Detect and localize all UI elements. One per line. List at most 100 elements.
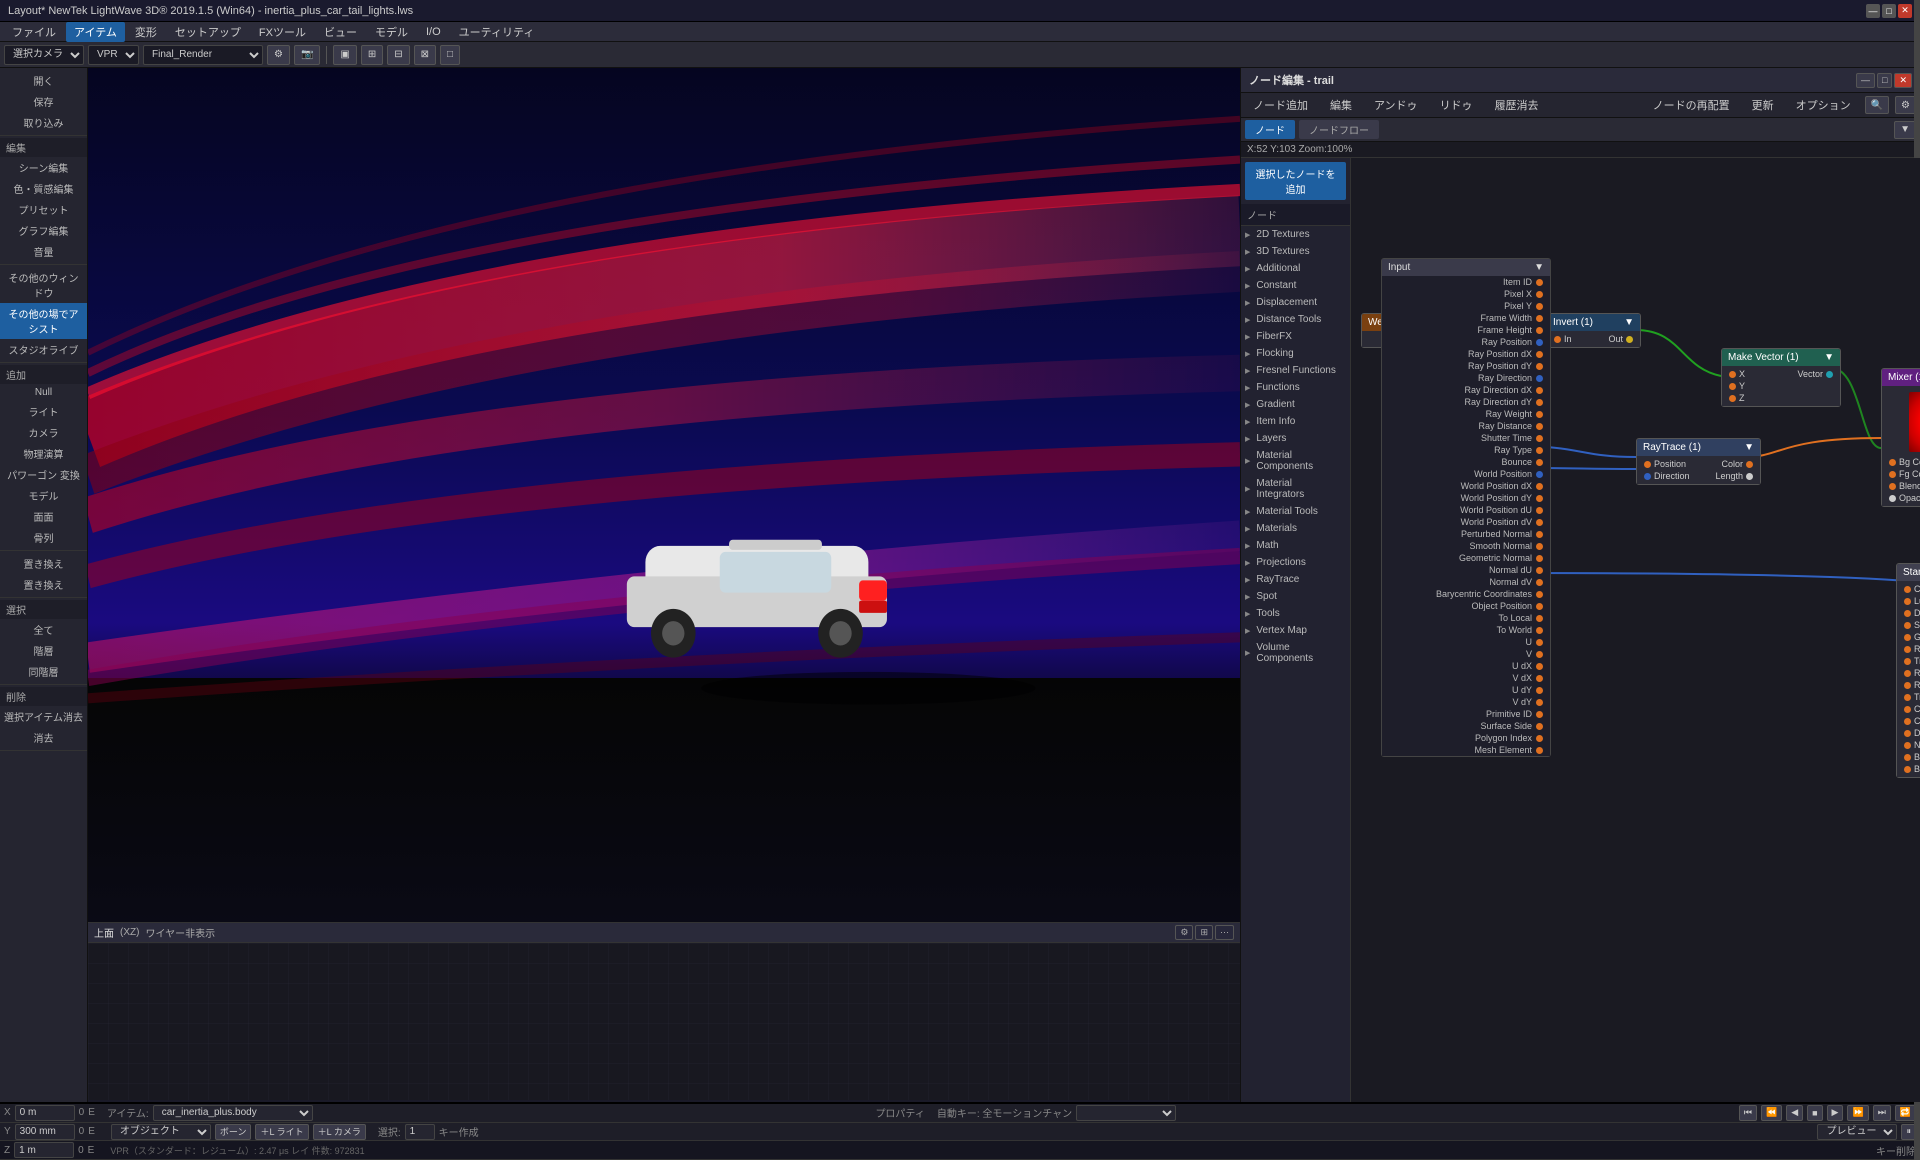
menu-utility[interactable]: ユーティリティ [451,22,543,42]
sidebar-scene-edit-btn[interactable]: シーン編集 [0,157,87,178]
loop-btn[interactable]: 🔁 [1895,1105,1916,1121]
std-refidx-dot[interactable] [1904,670,1911,677]
mixer-node[interactable]: Mixer (1) ▼ Bg Color Color [1881,368,1920,507]
mv-y-dot[interactable] [1729,383,1736,390]
input-itemid-dot[interactable] [1536,279,1543,286]
sidebar-level-btn[interactable]: 同階層 [0,661,87,682]
input-surfside-dot[interactable] [1536,723,1543,730]
input-tolocal-dot[interactable] [1536,615,1543,622]
input-frameheight-dot[interactable] [1536,327,1543,334]
node-item-fiberfx[interactable]: FiberFX [1241,328,1350,345]
input-udx-dot[interactable] [1536,663,1543,670]
input-v-dot[interactable] [1536,651,1543,658]
raytrace-header[interactable]: RayTrace (1) ▼ [1637,439,1760,456]
mixer-header[interactable]: Mixer (1) ▼ [1882,369,1920,386]
e-btn-3[interactable]: E [88,1145,95,1156]
invert-header[interactable]: Invert (1) ▼ [1547,314,1640,331]
ne-menu-options[interactable]: オプション [1788,95,1859,115]
ne-tab-nodeflow[interactable]: ノードフロー [1299,120,1379,139]
sidebar-model-btn[interactable]: モデル [0,485,87,506]
minimize-button[interactable]: — [1866,4,1880,18]
input-polyidx-dot[interactable] [1536,735,1543,742]
prev-key-btn[interactable]: ⏮ [1739,1105,1757,1121]
input-raydir-dot[interactable] [1536,375,1543,382]
std-translucency-dot[interactable] [1904,694,1911,701]
input-rayposdy-dot[interactable] [1536,363,1543,370]
std-specular-dot[interactable] [1904,622,1911,629]
vpr-select[interactable]: VPR [88,45,139,65]
mixer-blending-dot[interactable] [1889,483,1896,490]
input-smoothnorm-dot[interactable] [1536,543,1543,550]
secondary-vp-max[interactable]: ⊞ [1195,925,1213,940]
menu-setup[interactable]: セットアップ [167,22,249,42]
secondary-vp-settings[interactable]: ⚙ [1175,925,1193,940]
menu-fxtools[interactable]: FXツール [251,22,314,42]
input-normdu-dot[interactable] [1536,567,1543,574]
mv-vector-dot[interactable] [1826,371,1833,378]
add-node-button[interactable]: 選択したノードを追加 [1245,162,1346,200]
sidebar-replace-btn[interactable]: 置き換え [0,553,87,574]
x-input[interactable] [15,1105,75,1121]
input-bounce-dot[interactable] [1536,459,1543,466]
raytrace-expand[interactable]: ▼ [1744,442,1754,453]
sidebar-assist-btn[interactable]: その他の場でアシスト [0,303,87,339]
ne-menu-clear[interactable]: 履歴消去 [1487,95,1547,115]
raytrace-node[interactable]: RayTrace (1) ▼ Position Color [1636,438,1761,485]
node-item-vertex-map[interactable]: Vertex Map [1241,622,1350,639]
autokey-select[interactable] [1076,1105,1176,1121]
z-input[interactable] [14,1142,74,1158]
sidebar-save-btn[interactable]: 保存 [0,91,87,112]
input-pixely-dot[interactable] [1536,303,1543,310]
std-diffsharp-dot[interactable] [1904,730,1911,737]
menu-model[interactable]: モデル [367,22,416,42]
bone-btn[interactable]: ボーン [215,1124,252,1140]
standard-header[interactable]: Standard (1) ▼ [1897,564,1920,581]
input-toworld-dot[interactable] [1536,627,1543,634]
ne-menu-update[interactable]: 更新 [1744,95,1782,115]
light-add-btn[interactable]: ＋L ライト [255,1124,308,1140]
std-luminosity-dot[interactable] [1904,598,1911,605]
input-raydirdx-dot[interactable] [1536,387,1543,394]
next-frame-btn[interactable]: ⏩ [1847,1105,1868,1121]
make-vector-node[interactable]: Make Vector (1) ▼ X Vector [1721,348,1841,407]
input-udy-dot[interactable] [1536,687,1543,694]
rt-direction-in-dot[interactable] [1644,473,1651,480]
prev-frame-btn[interactable]: ⏪ [1761,1105,1782,1121]
input-rayposdx-dot[interactable] [1536,351,1543,358]
node-item-additional[interactable]: Additional [1241,260,1350,277]
input-worldposdv-dot[interactable] [1536,519,1543,526]
input-raydirdy-dot[interactable] [1536,399,1543,406]
std-refblur-dot[interactable] [1904,682,1911,689]
node-canvas[interactable]: Weight Map (1) ▼ Value Invert (1) ▼ [1351,158,1920,1102]
std-transparency-dot[interactable] [1904,658,1911,665]
std-glossiness-dot[interactable] [1904,634,1911,641]
play-btn[interactable]: ▶ [1827,1105,1844,1121]
node-item-item-info[interactable]: Item Info [1241,413,1350,430]
ne-expand-btn[interactable]: ▼ [1894,121,1916,139]
input-raytype-dot[interactable] [1536,447,1543,454]
standard-node[interactable]: Standard (1) ▼ Color Material [1896,563,1920,778]
std-color-dot[interactable] [1904,586,1911,593]
sidebar-open-btn[interactable]: 開く [0,70,87,91]
ne-menu-add[interactable]: ノード追加 [1245,95,1316,115]
sidebar-surface-btn[interactable]: 面面 [0,506,87,527]
sidebar-bone-btn[interactable]: 骨列 [0,527,87,548]
sidebar-all-btn[interactable]: 全て [0,619,87,640]
invert-in-dot[interactable] [1554,336,1561,343]
input-vdx-dot[interactable] [1536,675,1543,682]
invert-node[interactable]: Invert (1) ▼ In Out [1546,313,1641,348]
select-input[interactable] [405,1124,435,1140]
object-select[interactable]: オブジェクト [111,1124,211,1140]
std-diffuse-dot[interactable] [1904,610,1911,617]
node-editor-min-btn[interactable]: — [1856,73,1875,88]
menu-items[interactable]: アイテム [66,22,125,42]
std-colorhighlight-dot[interactable] [1904,706,1911,713]
node-item-projections[interactable]: Projections [1241,554,1350,571]
input-raypos-dot[interactable] [1536,339,1543,346]
maximize-button[interactable]: □ [1882,4,1896,18]
camera-add-btn[interactable]: ＋L カメラ [313,1124,366,1140]
input-geonorm-dot[interactable] [1536,555,1543,562]
secondary-vp-dots[interactable]: ⋯ [1215,925,1234,940]
mv-z-dot[interactable] [1729,395,1736,402]
node-item-layers[interactable]: Layers [1241,430,1350,447]
